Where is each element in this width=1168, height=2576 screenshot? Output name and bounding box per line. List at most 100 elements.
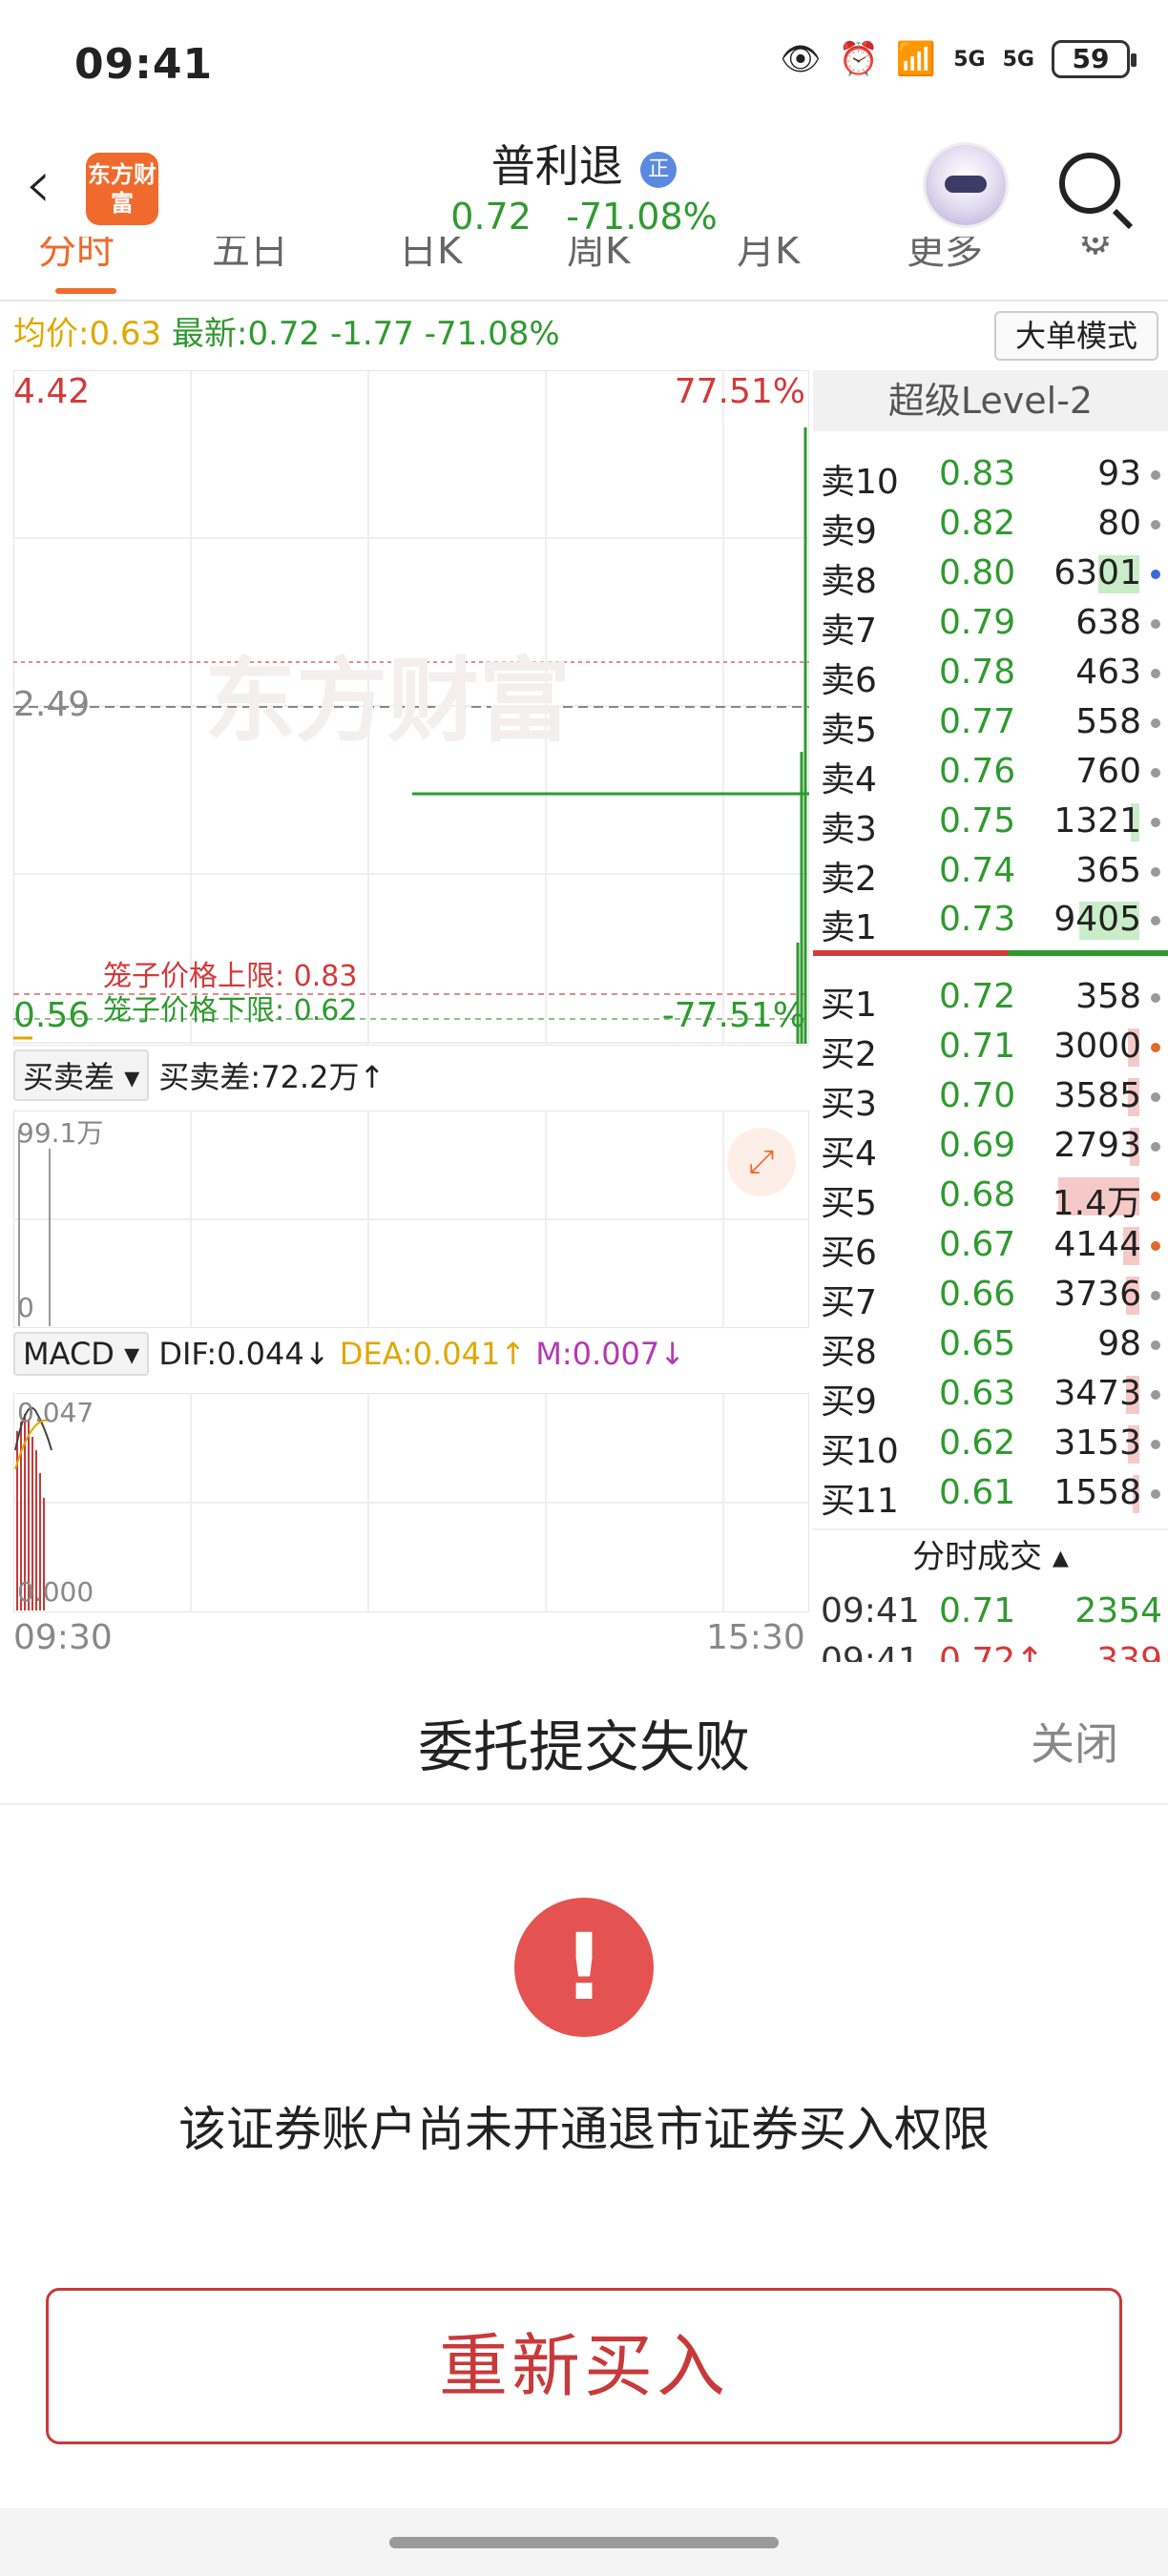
- rebuy-button[interactable]: 重新买入: [46, 2288, 1122, 2444]
- avg-value: 0.63: [89, 315, 162, 353]
- ask-row[interactable]: 卖5 0.77 558: [813, 698, 1168, 750]
- stock-change-pct: -71.08%: [566, 196, 718, 238]
- error-alert-icon: !: [514, 1898, 654, 2037]
- assistant-robot-icon[interactable]: [926, 145, 1006, 225]
- order-price: 0.83: [939, 454, 1016, 493]
- order-price: 0.72: [939, 977, 1016, 1016]
- order-price: 0.63: [939, 1374, 1016, 1413]
- order-dot-icon: [1151, 717, 1160, 728]
- order-vol: 3153: [1053, 1423, 1141, 1463]
- tab-daily-k[interactable]: 日K: [399, 237, 462, 275]
- order-price: 0.65: [939, 1324, 1016, 1363]
- ask-row[interactable]: 卖7 0.79 638: [813, 599, 1168, 651]
- bid-row[interactable]: 买8 0.65 98: [813, 1320, 1168, 1372]
- dialog-message: 该证券账户尚未开通退市证券买入权限: [178, 2102, 990, 2157]
- order-dot-icon: [1151, 569, 1160, 579]
- bid-row[interactable]: 买11 0.61 1558: [813, 1469, 1168, 1521]
- order-dot-icon: [1151, 916, 1160, 926]
- stock-badge-icon: 正: [640, 151, 678, 188]
- tab-monthly-k[interactable]: 月K: [737, 237, 800, 275]
- order-price: 0.61: [939, 1473, 1016, 1512]
- buy-sell-diff-value: 买卖差:72.2万↑: [158, 1059, 386, 1095]
- ask-row[interactable]: 卖2 0.74 365: [813, 847, 1168, 899]
- bid-row[interactable]: 买3 0.70 3585: [813, 1072, 1168, 1124]
- ask-row[interactable]: 卖3 0.75 1321: [813, 798, 1168, 849]
- macd-grid: [12, 1392, 810, 1613]
- order-name: 卖8: [821, 561, 877, 601]
- order-price: 0.70: [939, 1076, 1016, 1115]
- trade-time: 09:41: [821, 1591, 920, 1631]
- y-max-label: 4.42: [13, 372, 91, 411]
- dialog-divider: [0, 1803, 1168, 1805]
- order-price: 0.73: [939, 900, 1016, 940]
- expand-icon[interactable]: ⤢: [727, 1128, 796, 1196]
- volume-indicator-dropdown[interactable]: 买卖差 ▾: [13, 1049, 150, 1101]
- volume-top-label: 99.1万: [17, 1117, 104, 1149]
- intraday-chart[interactable]: 东方财富 4.42 77.51% 2.49 笼子价格上限: 0.83 笼子价格下…: [13, 370, 809, 1046]
- tab-intraday[interactable]: 分时: [38, 237, 115, 275]
- order-book[interactable]: 超级Level-2 卖10 0.83 93 卖9 0.82 80 卖8 0.80 6301 卖7 0…: [813, 370, 1168, 1668]
- volume-panel: 99.1万 0 ⤢: [12, 1110, 810, 1329]
- bid-row[interactable]: 买1 0.72 358: [813, 973, 1168, 1025]
- order-price: 0.74: [939, 850, 1016, 890]
- ask-row[interactable]: 卖8 0.80 6301: [813, 550, 1168, 601]
- ask-row[interactable]: 卖1 0.73 9405: [813, 896, 1168, 947]
- bid-row[interactable]: 买4 0.69 2793: [813, 1122, 1168, 1174]
- time-end-label: 15:30: [706, 1618, 805, 1657]
- tab-five-day[interactable]: 五日: [212, 237, 288, 275]
- trades-title[interactable]: 分时成交 ▴: [813, 1528, 1168, 1582]
- tab-active-indicator: [55, 288, 116, 294]
- ask-row[interactable]: 卖9 0.82 80: [813, 500, 1168, 551]
- chart-tabs: 分时 五日 日K 周K 月K 更多 ⚙: [0, 237, 1168, 301]
- order-name: 卖6: [821, 660, 877, 700]
- macd-top-label: 0.047: [17, 1397, 94, 1428]
- bid-row[interactable]: 买9 0.63 3473: [813, 1370, 1168, 1422]
- order-book-title[interactable]: 超级Level-2: [813, 370, 1168, 431]
- y-mid-label: 2.49: [13, 685, 91, 724]
- order-vol: 6301: [1053, 552, 1141, 592]
- ask-row[interactable]: 卖4 0.76 760: [813, 748, 1168, 800]
- bid-row[interactable]: 买7 0.66 3736: [813, 1271, 1168, 1322]
- order-dot-icon: [1151, 817, 1160, 827]
- order-price: 0.68: [939, 1175, 1016, 1215]
- ask-row[interactable]: 卖6 0.78 463: [813, 649, 1168, 700]
- order-price: 0.78: [939, 652, 1016, 692]
- home-indicator[interactable]: [389, 2537, 779, 2548]
- volume-indicator-bar: 买卖差 ▾ 买卖差:72.2万↑: [13, 1049, 809, 1109]
- dialog-close-button[interactable]: 关闭: [1031, 1710, 1118, 1773]
- order-vol: 1321: [1053, 800, 1141, 841]
- order-dot-icon: [1151, 1043, 1160, 1052]
- bid-row[interactable]: 买10 0.62 3153: [813, 1420, 1168, 1471]
- settings-gear-icon[interactable]: ⚙: [1078, 237, 1113, 263]
- bid-row[interactable]: 买6 0.67 4144: [813, 1221, 1168, 1273]
- search-icon[interactable]: [1059, 153, 1120, 214]
- order-dot-icon: [1151, 1291, 1160, 1300]
- trade-vol: 2354: [1074, 1591, 1162, 1631]
- trade-row: 09:41 0.71 2354: [813, 1588, 1168, 1637]
- order-vol: 463: [1075, 652, 1141, 692]
- order-vol: 1558: [1053, 1473, 1141, 1512]
- change-pct: -71.08%: [424, 315, 560, 353]
- macd-panel: 0.047 0.000: [12, 1392, 810, 1613]
- order-vol: 3585: [1053, 1076, 1141, 1115]
- wifi-icon: 📶: [895, 40, 937, 78]
- macd-bottom-label: 0.000: [17, 1576, 94, 1608]
- status-icons: 👁 ⏰ 📶 5G 5G 59: [780, 40, 1137, 78]
- order-vol: 358: [1075, 977, 1141, 1016]
- tab-weekly-k[interactable]: 周K: [567, 237, 630, 275]
- order-name: 买5: [821, 1184, 877, 1223]
- y-min-label: 0.56: [13, 996, 91, 1035]
- order-vol: 3000: [1053, 1027, 1141, 1066]
- order-dot-icon: [1151, 618, 1160, 629]
- order-price: 0.69: [939, 1126, 1016, 1165]
- tab-more[interactable]: 更多: [907, 237, 983, 275]
- bid-row[interactable]: 买5 0.68 1.4万: [813, 1172, 1168, 1223]
- macd-dropdown[interactable]: MACD ▾: [13, 1332, 150, 1376]
- order-vol: 760: [1075, 751, 1141, 791]
- big-order-mode-button[interactable]: 大单模式: [994, 311, 1158, 361]
- bid-row[interactable]: 买2 0.71 3000: [813, 1023, 1168, 1074]
- order-dot-icon: [1151, 470, 1160, 480]
- order-dot-icon: [1151, 993, 1160, 1003]
- ask-row[interactable]: 卖10 0.83 93: [813, 450, 1168, 502]
- order-price: 0.66: [939, 1275, 1016, 1314]
